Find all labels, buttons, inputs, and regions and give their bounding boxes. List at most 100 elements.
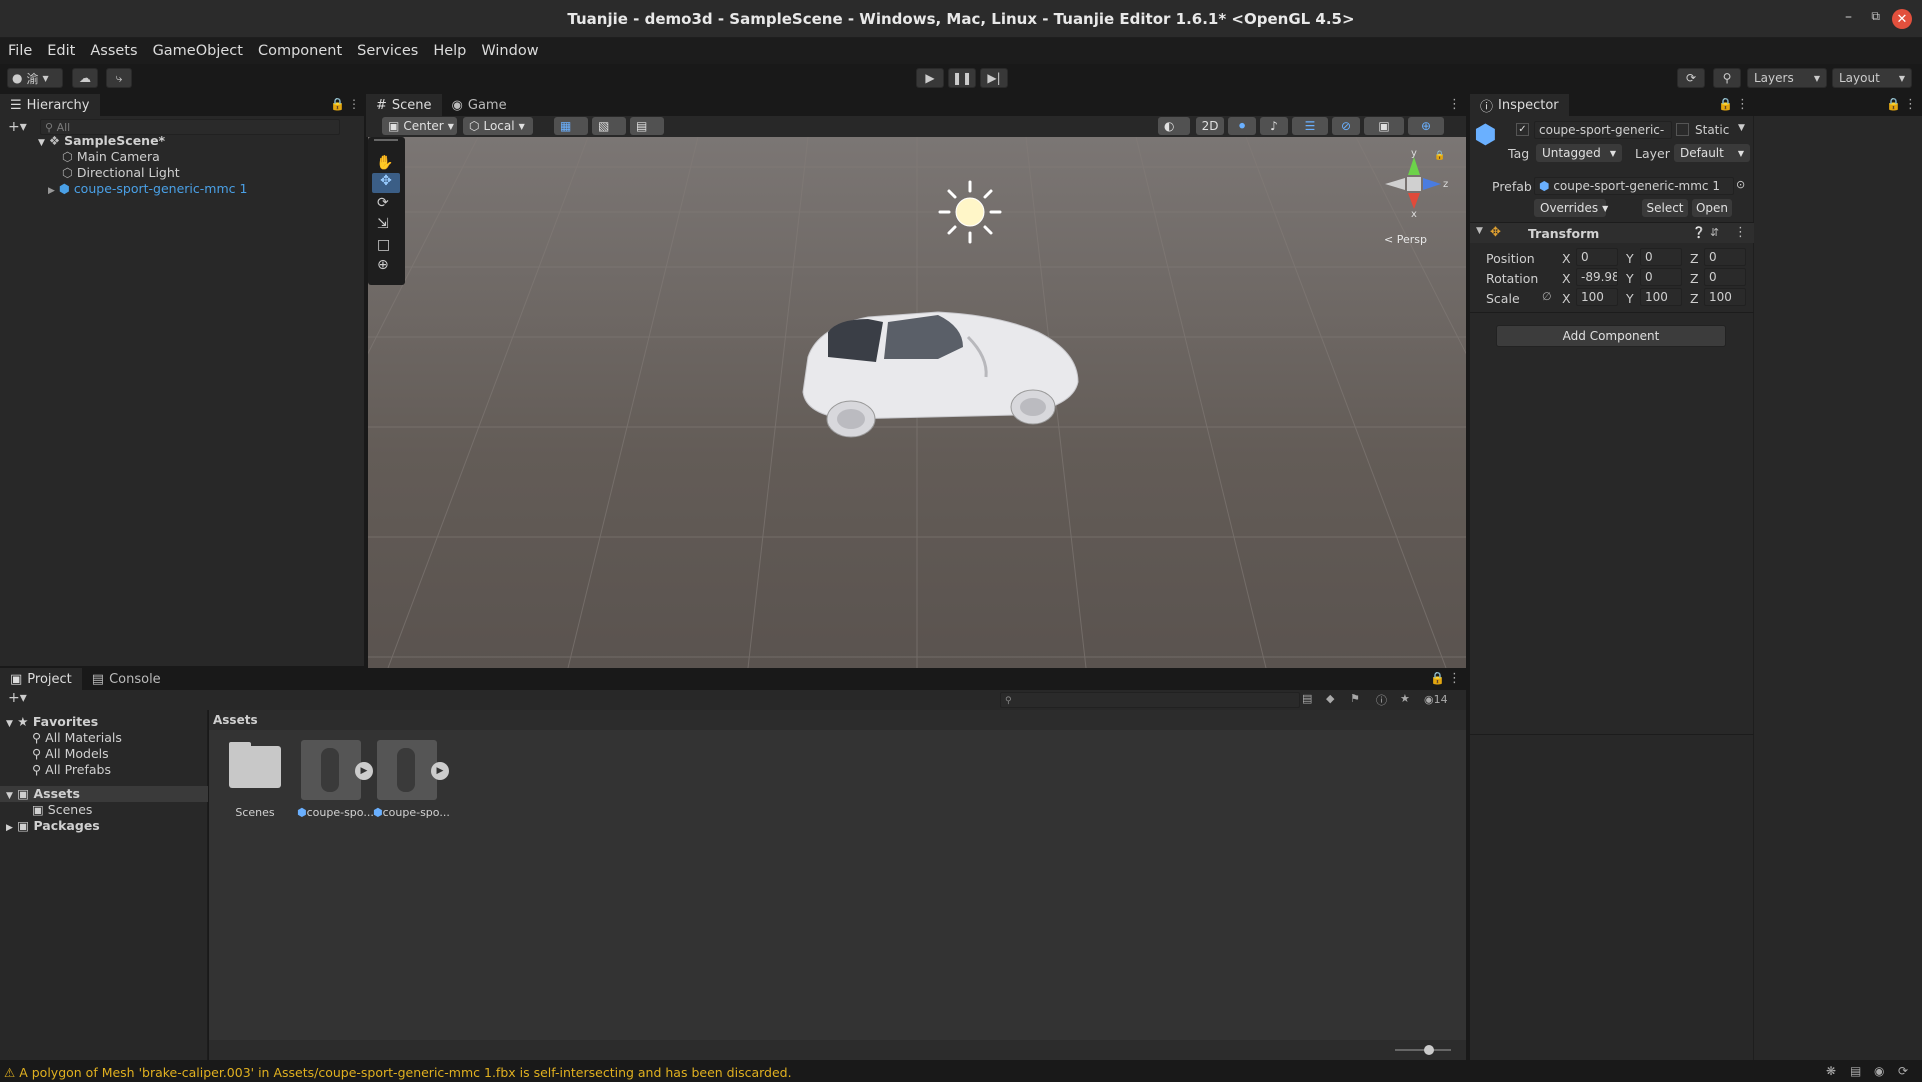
- visible-count[interactable]: ◉14: [1424, 693, 1448, 706]
- audio-toggle[interactable]: ♪: [1260, 117, 1288, 135]
- rotation-z-field[interactable]: 0: [1704, 268, 1746, 286]
- step-button[interactable]: ▶|: [980, 68, 1008, 88]
- car-model[interactable]: [788, 297, 1088, 447]
- drag-handle[interactable]: [374, 139, 398, 141]
- expand-asset-icon[interactable]: ▶: [431, 762, 449, 780]
- favorite-all-prefabs[interactable]: ⚲ All Prefabs: [32, 762, 111, 778]
- menu-help[interactable]: Help: [433, 43, 466, 59]
- presets-icon[interactable]: ⇵: [1710, 226, 1719, 239]
- scale-z-field[interactable]: 100: [1704, 288, 1746, 306]
- layer-dropdown[interactable]: Default ▼: [1674, 144, 1750, 162]
- zoom-slider-handle[interactable]: [1424, 1045, 1434, 1055]
- prefab-thumbnail[interactable]: [377, 740, 437, 800]
- scene-visibility-toggle[interactable]: ⊘: [1332, 117, 1360, 135]
- model-thumbnail[interactable]: [301, 740, 361, 800]
- menu-file[interactable]: File: [8, 43, 32, 59]
- open-prefab-button[interactable]: Open: [1692, 199, 1732, 217]
- zoom-slider-track[interactable]: [1395, 1049, 1451, 1051]
- chevron-down-icon[interactable]: ▼: [1738, 123, 1745, 133]
- tab-console[interactable]: ▤ Console: [81, 668, 171, 690]
- folder-icon[interactable]: [229, 746, 281, 788]
- hand-tool-icon[interactable]: ✋: [376, 155, 393, 171]
- tab-scene[interactable]: # Scene: [366, 94, 442, 116]
- create-asset-button[interactable]: +▾: [8, 690, 27, 706]
- kebab-menu-icon[interactable]: ⋮: [1734, 225, 1747, 240]
- tab-hierarchy[interactable]: ☰ Hierarchy: [0, 94, 100, 116]
- history-button[interactable]: ⟳: [1677, 68, 1705, 88]
- menu-component[interactable]: Component: [258, 43, 342, 59]
- layout-dropdown[interactable]: Layout ▼: [1832, 68, 1912, 88]
- kebab-menu-icon[interactable]: ⋮: [1736, 97, 1749, 112]
- directional-light-icon[interactable]: [935, 177, 1005, 247]
- kebab-menu-icon[interactable]: ⋮: [1904, 97, 1917, 112]
- pause-button[interactable]: ❚❚: [948, 68, 976, 88]
- kebab-menu-icon[interactable]: ⋮: [1448, 97, 1461, 112]
- collab-button[interactable]: ⤷: [106, 68, 132, 88]
- scale-tool-icon[interactable]: ⇲: [377, 216, 389, 232]
- lock-icon[interactable]: 🔒: [330, 97, 345, 111]
- add-object-button[interactable]: +▾: [8, 119, 27, 135]
- scale-y-field[interactable]: 100: [1640, 288, 1682, 306]
- scene-root-row[interactable]: ▼ ❖ SampleScene*: [38, 133, 358, 149]
- search-by-type-icon[interactable]: ▤: [1302, 692, 1312, 705]
- expand-arrow-icon[interactable]: ▼: [1476, 226, 1483, 236]
- star-icon[interactable]: ★: [1400, 692, 1410, 705]
- favorite-all-models[interactable]: ⚲ All Models: [32, 746, 109, 762]
- ruler-button[interactable]: ▤: [630, 117, 664, 135]
- favorite-all-materials[interactable]: ⚲ All Materials: [32, 730, 122, 746]
- position-x-field[interactable]: 0: [1576, 248, 1618, 266]
- static-checkbox[interactable]: [1676, 123, 1689, 136]
- grid-snap-button[interactable]: ▦: [554, 117, 588, 135]
- asset-label-prefab-1[interactable]: ⬢coupe-spo...: [373, 806, 450, 819]
- layers-dropdown[interactable]: Layers ▼: [1747, 68, 1827, 88]
- lock-icon[interactable]: 🔒: [1430, 671, 1445, 685]
- asset-label-model-1[interactable]: ⬢coupe-spo...: [297, 806, 374, 819]
- menu-gameobject[interactable]: GameObject: [153, 43, 243, 59]
- tab-project[interactable]: ▣ Project: [0, 668, 82, 690]
- active-checkbox[interactable]: ✓: [1516, 123, 1529, 136]
- select-prefab-button[interactable]: Select: [1642, 199, 1688, 217]
- close-icon[interactable]: ✕: [1892, 9, 1912, 29]
- gizmo-lock-icon[interactable]: 🔒: [1434, 151, 1445, 161]
- hierarchy-item-directional-light[interactable]: ⬡ Directional Light: [62, 165, 180, 181]
- hierarchy-item-main-camera[interactable]: ⬡ Main Camera: [62, 149, 160, 165]
- shading-mode-button[interactable]: ◐: [1158, 117, 1190, 135]
- kebab-menu-icon[interactable]: ⋮: [348, 97, 360, 111]
- account-button[interactable]: ● 渝 ▼: [7, 68, 63, 88]
- packages-folder-row[interactable]: ▶ ▣ Packages: [6, 818, 100, 834]
- constrain-proportions-icon[interactable]: ∅: [1542, 290, 1552, 303]
- debug-icon[interactable]: ❋: [1826, 1064, 1836, 1078]
- lock-icon[interactable]: 🔒: [1718, 97, 1733, 111]
- scenes-folder-row[interactable]: ▣ Scenes: [32, 802, 92, 818]
- menu-window[interactable]: Window: [481, 43, 538, 59]
- play-button[interactable]: ▶: [916, 68, 944, 88]
- pivot-dropdown[interactable]: ▣ Center ▼: [382, 117, 457, 135]
- kebab-menu-icon[interactable]: ⋮: [1448, 671, 1461, 686]
- effects-dropdown[interactable]: ☰: [1292, 117, 1328, 135]
- object-name-field[interactable]: coupe-sport-generic-: [1534, 121, 1672, 139]
- move-tool-icon[interactable]: ✥: [372, 173, 400, 193]
- cloud-button[interactable]: ☁: [72, 68, 98, 88]
- space-dropdown[interactable]: ⬡ Local ▼: [463, 117, 533, 135]
- rotation-y-field[interactable]: 0: [1640, 268, 1682, 286]
- cache-icon[interactable]: ▤: [1850, 1064, 1861, 1078]
- scale-x-field[interactable]: 100: [1576, 288, 1618, 306]
- progress-icon[interactable]: ◉: [1874, 1064, 1884, 1078]
- favorites-row[interactable]: ▼ ★ Favorites: [6, 714, 98, 730]
- mode-2d-button[interactable]: 2D: [1196, 117, 1224, 135]
- perspective-label[interactable]: < Persp: [1384, 233, 1427, 246]
- search-button[interactable]: ⚲: [1713, 68, 1741, 88]
- label-tag-icon[interactable]: ⚑: [1350, 692, 1360, 705]
- transform-tool-icon[interactable]: ⊕: [377, 257, 389, 273]
- scene-viewport[interactable]: ✋ ✥ ⟳ ⇲ □ ⊕ y z x 🔒 < Persp: [368, 137, 1466, 668]
- rotation-x-field[interactable]: -89.98: [1576, 268, 1618, 286]
- position-y-field[interactable]: 0: [1640, 248, 1682, 266]
- asset-label-scenes[interactable]: Scenes: [223, 806, 287, 819]
- menu-assets[interactable]: Assets: [90, 43, 137, 59]
- menu-edit[interactable]: Edit: [47, 43, 75, 59]
- lock-icon[interactable]: 🔒: [1886, 97, 1901, 111]
- position-z-field[interactable]: 0: [1704, 248, 1746, 266]
- help-icon[interactable]: ❔: [1692, 226, 1706, 239]
- gizmos-dropdown[interactable]: ⊕: [1408, 117, 1444, 135]
- status-bar[interactable]: ⚠ A polygon of Mesh 'brake-caliper.003' …: [0, 1062, 1922, 1082]
